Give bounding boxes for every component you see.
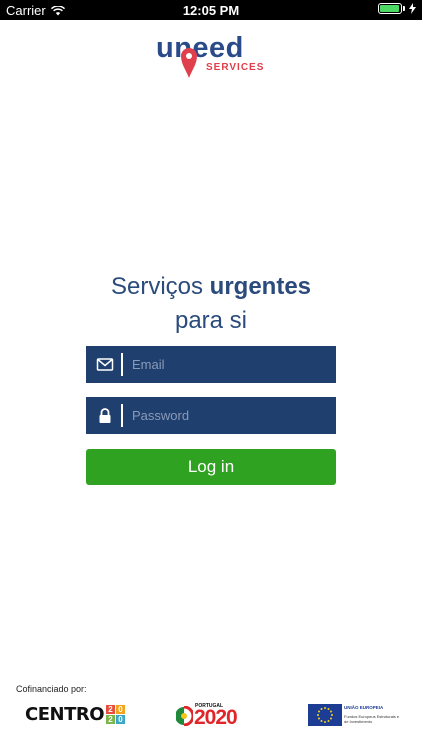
headline-line2: para si <box>174 307 248 334</box>
portugal2020-logo: PORTUGAL 2020 <box>176 703 248 729</box>
centro-digit: 0 <box>116 715 126 724</box>
headline-line1: Serviços urgentes <box>0 270 422 304</box>
email-separator <box>121 353 123 376</box>
centro-text: CENTRO <box>25 704 105 725</box>
eu-funds-logo: UNIÃO EUROPEIA Fundos Europeus Estrutura… <box>308 704 404 728</box>
headline: Serviços urgentes para si <box>0 270 422 338</box>
status-bar: Carrier 12:05 PM <box>0 0 422 20</box>
status-right <box>378 3 416 14</box>
cofinanced-label: Cofinanciado por: <box>16 684 87 694</box>
centro-2020-grid: 2 0 2 0 <box>106 705 126 724</box>
battery-tip <box>403 6 405 11</box>
status-time: 12:05 PM <box>182 3 240 18</box>
lock-icon <box>99 408 111 423</box>
logo-sub: SERVICES <box>206 62 265 73</box>
eu-title: UNIÃO EUROPEIA <box>344 705 384 710</box>
portugal-emblem-icon <box>176 706 193 726</box>
email-input[interactable] <box>132 346 328 383</box>
eu-subtitle: Fundos Europeus Estruturais e de Investi… <box>344 714 400 724</box>
centro2020-logo: CENTRO 2 0 2 0 <box>25 704 126 725</box>
centro-digit: 0 <box>116 705 126 714</box>
login-button[interactable]: Log in <box>86 449 336 485</box>
app-logo: uneed SERVICES <box>156 32 268 80</box>
centro-digit: 2 <box>106 715 116 724</box>
eu-flag-icon <box>308 704 342 726</box>
logo-word: uneed <box>156 32 244 64</box>
headline-regular: Serviços <box>110 273 210 300</box>
battery-icon <box>378 3 402 14</box>
headline-bold: urgentes <box>209 273 312 300</box>
password-field[interactable] <box>86 397 336 434</box>
email-field[interactable] <box>86 346 336 383</box>
password-separator <box>121 404 123 427</box>
portugal-year: 2020 <box>194 706 238 729</box>
map-pin-icon <box>181 48 197 78</box>
envelope-icon <box>96 358 114 371</box>
charging-bolt-icon <box>409 3 416 14</box>
centro-digit: 2 <box>106 705 116 714</box>
password-input[interactable] <box>132 397 328 434</box>
